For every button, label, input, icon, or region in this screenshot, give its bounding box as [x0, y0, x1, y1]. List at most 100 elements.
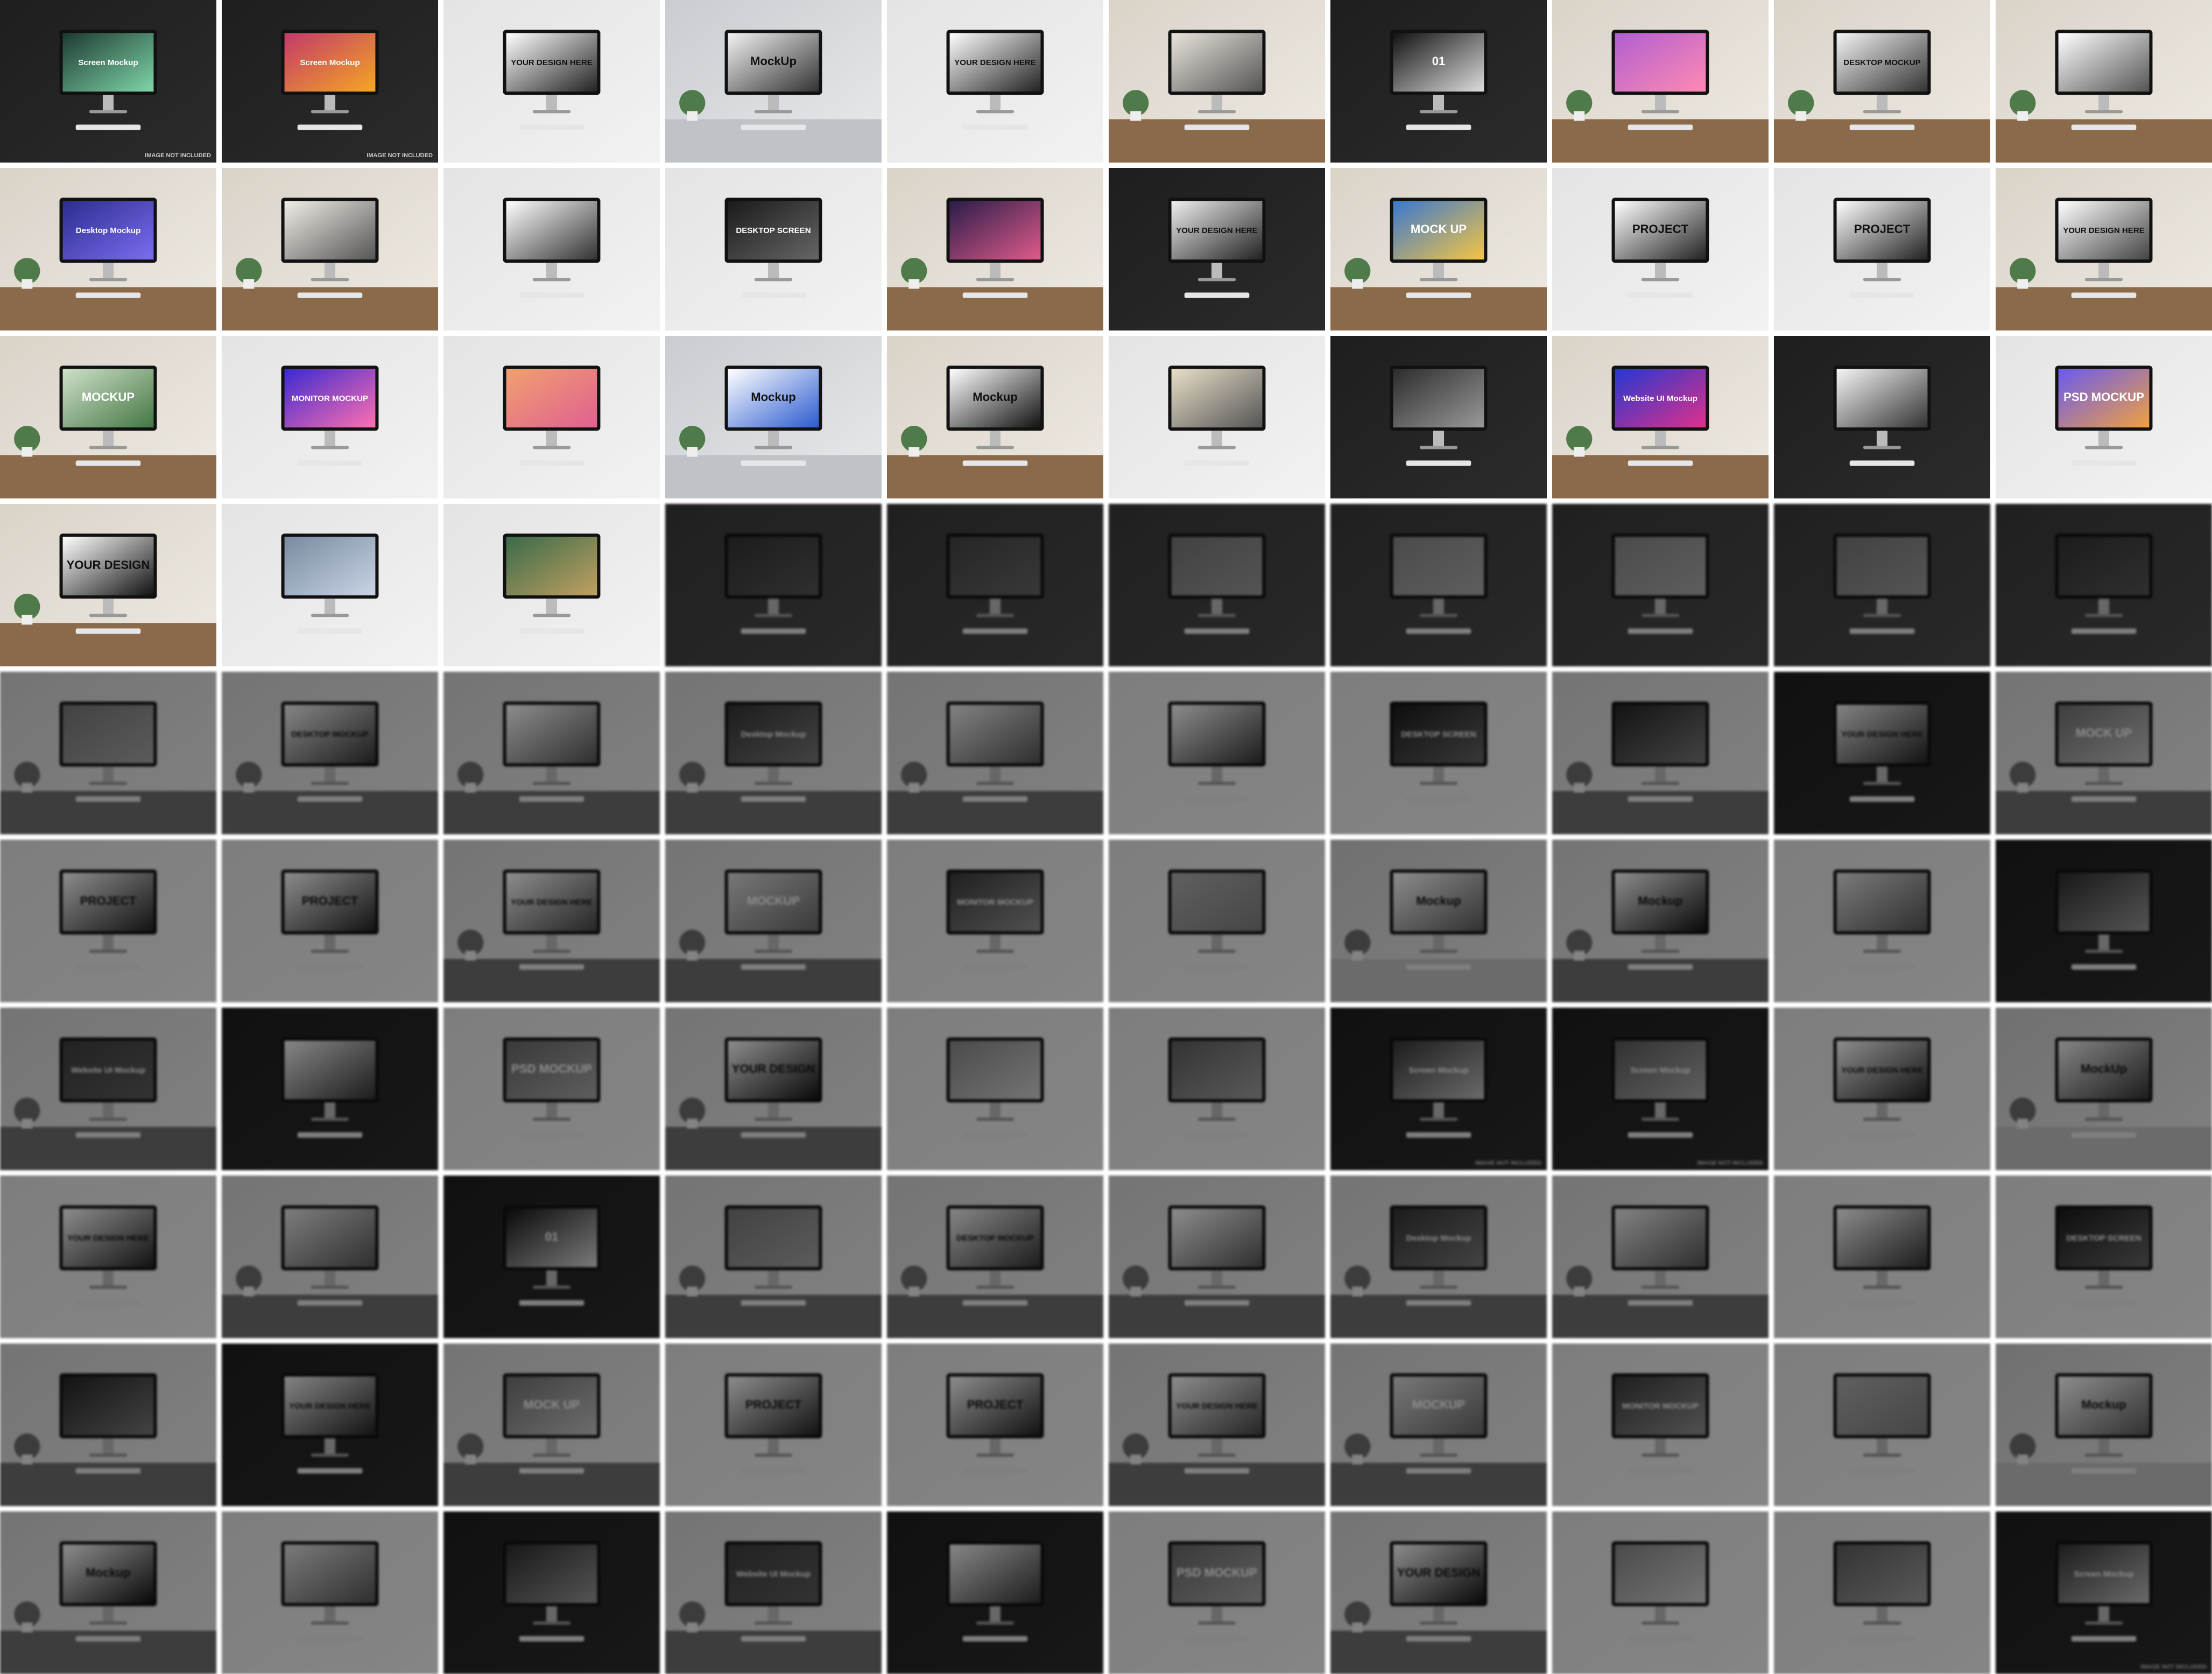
mockup-thumbnail[interactable] — [443, 336, 660, 498]
mockup-thumbnail[interactable] — [1996, 504, 2212, 666]
mockup-thumbnail[interactable]: PSD MOCKUP — [1996, 336, 2212, 498]
mockup-thumbnail[interactable]: YOUR DESIGN HERE — [887, 0, 1103, 163]
mockup-thumbnail[interactable]: PSD MOCKUP — [1109, 1511, 1325, 1674]
mockup-thumbnail[interactable] — [222, 1008, 438, 1170]
mockup-thumbnail[interactable]: YOUR DESIGN HERE — [1996, 168, 2212, 330]
mockup-thumbnail[interactable]: Screen Mockup IMAGE NOT INCLUDED — [1996, 1511, 2212, 1674]
mockup-thumbnail[interactable] — [887, 1008, 1103, 1170]
mockup-thumbnail[interactable] — [1109, 0, 1325, 163]
mockup-thumbnail[interactable]: YOUR DESIGN HERE — [1774, 1008, 1990, 1170]
mockup-thumbnail[interactable]: 01 — [1330, 0, 1547, 163]
mockup-thumbnail[interactable]: Desktop Mockup — [665, 672, 882, 834]
mockup-thumbnail[interactable] — [1109, 336, 1325, 498]
mockup-thumbnail[interactable] — [1774, 840, 1990, 1002]
mockup-thumbnail[interactable] — [1330, 504, 1547, 666]
mockup-thumbnail[interactable] — [665, 504, 882, 666]
mockup-thumbnail[interactable] — [665, 1176, 882, 1338]
mockup-thumbnail[interactable]: PROJECT — [1774, 168, 1990, 330]
mockup-thumbnail[interactable]: Website UI Mockup — [665, 1511, 882, 1674]
mockup-thumbnail[interactable]: YOUR DESIGN HERE — [443, 840, 660, 1002]
mockup-thumbnail[interactable]: YOUR DESIGN HERE — [0, 1176, 216, 1338]
mockup-thumbnail[interactable] — [1109, 840, 1325, 1002]
mockup-thumbnail[interactable] — [1552, 1176, 1769, 1338]
mockup-thumbnail[interactable]: DESKTOP MOCKUP — [887, 1176, 1103, 1338]
mockup-thumbnail[interactable] — [887, 1511, 1103, 1674]
mockup-thumbnail[interactable]: Screen Mockup IMAGE NOT INCLUDED — [0, 0, 216, 163]
mockup-thumbnail[interactable]: Desktop Mockup — [1330, 1176, 1547, 1338]
mockup-thumbnail[interactable]: Screen Mockup IMAGE NOT INCLUDED — [1330, 1008, 1547, 1170]
mockup-thumbnail[interactable] — [1996, 0, 2212, 163]
mockup-thumbnail[interactable]: MONITOR MOCKUP — [222, 336, 438, 498]
mockup-thumbnail[interactable] — [222, 168, 438, 330]
mockup-thumbnail[interactable] — [1552, 504, 1769, 666]
mockup-thumbnail[interactable] — [1552, 672, 1769, 834]
mockup-thumbnail[interactable] — [222, 1176, 438, 1338]
mockup-thumbnail[interactable]: MOCKUP — [665, 840, 882, 1002]
mockup-thumbnail[interactable]: MOCKUP — [0, 336, 216, 498]
mockup-thumbnail[interactable]: YOUR DESIGN HERE — [1109, 168, 1325, 330]
mockup-thumbnail[interactable]: PROJECT — [222, 840, 438, 1002]
mockup-thumbnail[interactable]: MOCKUP — [1330, 1344, 1547, 1506]
mockup-thumbnail[interactable] — [1774, 504, 1990, 666]
mockup-thumbnail[interactable] — [1109, 672, 1325, 834]
mockup-thumbnail[interactable] — [0, 1344, 216, 1506]
mockup-thumbnail[interactable]: PROJECT — [887, 1344, 1103, 1506]
mockup-thumbnail[interactable] — [887, 504, 1103, 666]
mockup-thumbnail[interactable]: DESKTOP MOCKUP — [222, 672, 438, 834]
mockup-thumbnail[interactable] — [1996, 840, 2212, 1002]
mockup-thumbnail[interactable] — [887, 168, 1103, 330]
mockup-thumbnail[interactable]: DESKTOP SCREEN — [1996, 1176, 2212, 1338]
mockup-thumbnail[interactable] — [0, 672, 216, 834]
mockup-thumbnail[interactable]: Website UI Mockup — [0, 1008, 216, 1170]
mockup-thumbnail[interactable] — [1552, 0, 1769, 163]
mockup-thumbnail[interactable]: DESKTOP SCREEN — [1330, 672, 1547, 834]
mockup-thumbnail[interactable]: Desktop Mockup — [0, 168, 216, 330]
mockup-thumbnail[interactable] — [1109, 1008, 1325, 1170]
mockup-thumbnail[interactable] — [1330, 336, 1547, 498]
mockup-thumbnail[interactable] — [1774, 336, 1990, 498]
mockup-thumbnail[interactable]: Screen Mockup IMAGE NOT INCLUDED — [222, 0, 438, 163]
mockup-thumbnail[interactable]: YOUR DESIGN HERE — [222, 1344, 438, 1506]
mockup-thumbnail[interactable]: PROJECT — [665, 1344, 882, 1506]
mockup-thumbnail[interactable] — [1774, 1511, 1990, 1674]
mockup-thumbnail[interactable]: Mockup — [665, 336, 882, 498]
mockup-thumbnail[interactable]: MockUp — [665, 0, 882, 163]
mockup-thumbnail[interactable]: PSD MOCKUP — [443, 1008, 660, 1170]
mockup-thumbnail[interactable] — [443, 1511, 660, 1674]
mockup-thumbnail[interactable] — [443, 504, 660, 666]
mockup-thumbnail[interactable]: Mockup — [1330, 840, 1547, 1002]
mockup-thumbnail[interactable] — [222, 1511, 438, 1674]
mockup-thumbnail[interactable]: Website UI Mockup — [1552, 336, 1769, 498]
mockup-thumbnail[interactable]: 01 — [443, 1176, 660, 1338]
mockup-thumbnail[interactable]: MONITOR MOCKUP — [1552, 1344, 1769, 1506]
mockup-thumbnail[interactable] — [1109, 1176, 1325, 1338]
mockup-thumbnail[interactable]: Screen Mockup IMAGE NOT INCLUDED — [1552, 1008, 1769, 1170]
mockup-thumbnail[interactable] — [1774, 1344, 1990, 1506]
mockup-thumbnail[interactable]: PROJECT — [1552, 168, 1769, 330]
mockup-thumbnail[interactable]: YOUR DESIGN — [665, 1008, 882, 1170]
mockup-thumbnail[interactable]: Mockup — [1552, 840, 1769, 1002]
mockup-thumbnail[interactable]: DESKTOP MOCKUP — [1774, 0, 1990, 163]
mockup-thumbnail[interactable]: Mockup — [887, 336, 1103, 498]
mockup-thumbnail[interactable]: YOUR DESIGN HERE — [1774, 672, 1990, 834]
mockup-thumbnail[interactable]: PROJECT — [0, 840, 216, 1002]
mockup-thumbnail[interactable]: YOUR DESIGN HERE — [1109, 1344, 1325, 1506]
mockup-thumbnail[interactable] — [887, 672, 1103, 834]
mockup-thumbnail[interactable] — [443, 168, 660, 330]
mockup-thumbnail[interactable]: MOCK UP — [1996, 672, 2212, 834]
mockup-thumbnail[interactable]: Mockup — [0, 1511, 216, 1674]
mockup-thumbnail[interactable] — [1774, 1176, 1990, 1338]
mockup-thumbnail[interactable] — [443, 672, 660, 834]
mockup-thumbnail[interactable] — [1552, 1511, 1769, 1674]
mockup-thumbnail[interactable]: MONITOR MOCKUP — [887, 840, 1103, 1002]
mockup-thumbnail[interactable]: DESKTOP SCREEN — [665, 168, 882, 330]
mockup-thumbnail[interactable] — [222, 504, 438, 666]
mockup-thumbnail[interactable]: YOUR DESIGN — [1330, 1511, 1547, 1674]
mockup-thumbnail[interactable]: MockUp — [1996, 1008, 2212, 1170]
mockup-thumbnail[interactable]: MOCK UP — [443, 1344, 660, 1506]
mockup-thumbnail[interactable]: Mockup — [1996, 1344, 2212, 1506]
mockup-thumbnail[interactable] — [1109, 504, 1325, 666]
mockup-thumbnail[interactable]: MOCK UP — [1330, 168, 1547, 330]
mockup-thumbnail[interactable]: YOUR DESIGN — [0, 504, 216, 666]
mockup-thumbnail[interactable]: YOUR DESIGN HERE — [443, 0, 660, 163]
